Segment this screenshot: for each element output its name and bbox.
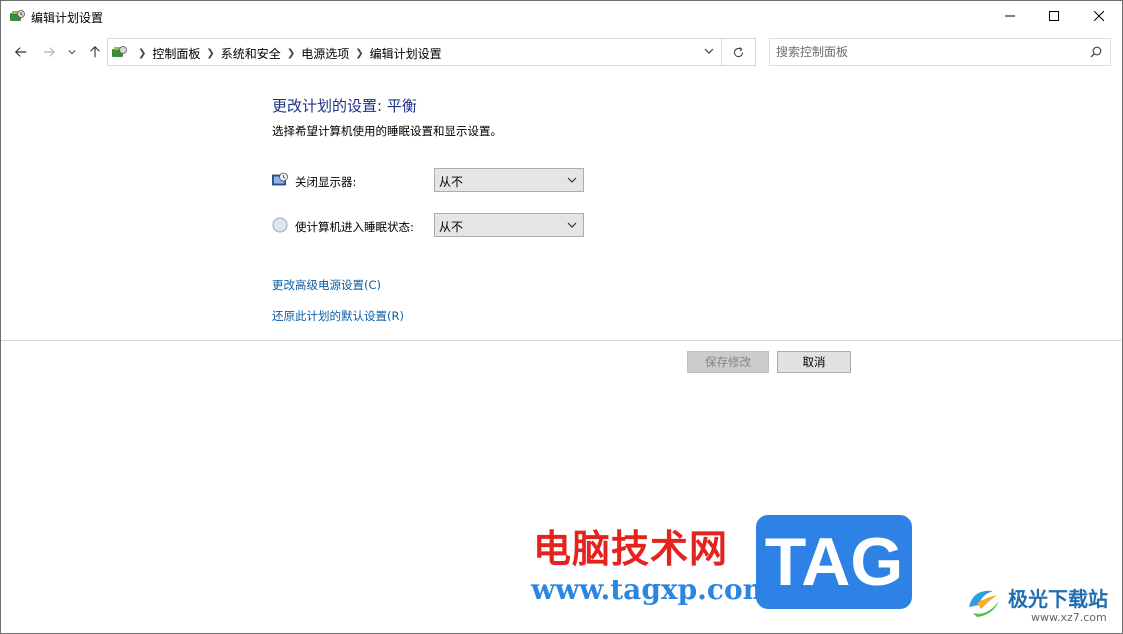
- divider: [1, 340, 1122, 341]
- breadcrumb-item-power-options[interactable]: 电源选项: [301, 45, 349, 62]
- up-button[interactable]: [85, 42, 105, 62]
- sleep-moon-icon: [272, 217, 288, 233]
- maximize-icon: [1049, 11, 1059, 21]
- breadcrumb-item-edit-plan[interactable]: 编辑计划设置: [370, 45, 442, 62]
- search-input[interactable]: [776, 43, 1076, 61]
- back-arrow-icon: [14, 47, 27, 57]
- cancel-button[interactable]: 取消: [777, 351, 851, 373]
- control-panel-icon: [111, 44, 127, 60]
- up-arrow-icon: [90, 45, 100, 58]
- power-options-icon: [9, 8, 25, 24]
- breadcrumb-separator-icon: ❯: [138, 48, 147, 59]
- address-bar[interactable]: ❯ 控制面板 ❯ 系统和安全 ❯ 电源选项 ❯ 编辑计划设置: [107, 38, 722, 66]
- chevron-down-icon: [68, 50, 76, 55]
- sleep-label: 使计算机进入睡眠状态:: [295, 220, 414, 234]
- page-title: 更改计划的设置: 平衡: [272, 97, 417, 115]
- breadcrumb-separator-icon[interactable]: ❯: [206, 48, 214, 59]
- window-title: 编辑计划设置: [31, 11, 104, 25]
- display-off-value: 从不: [439, 175, 464, 189]
- save-button[interactable]: 保存修改: [687, 351, 769, 373]
- watermark-xz7-name: 极光下载站: [1008, 587, 1108, 611]
- back-button[interactable]: [11, 42, 31, 62]
- forward-arrow-icon: [43, 47, 56, 57]
- watermark-url: www.tagxp.com: [531, 573, 773, 606]
- close-button[interactable]: [1076, 1, 1122, 31]
- minimize-button[interactable]: [987, 1, 1033, 31]
- close-icon: [1094, 11, 1104, 21]
- address-dropdown-button[interactable]: [703, 45, 717, 59]
- chevron-down-icon: [567, 177, 577, 183]
- advanced-power-settings-link[interactable]: 更改高级电源设置(C): [272, 277, 381, 293]
- breadcrumb: ❯ 控制面板 ❯ 系统和安全 ❯ 电源选项 ❯ 编辑计划设置: [132, 45, 442, 62]
- breadcrumb-separator-icon[interactable]: ❯: [287, 48, 295, 59]
- forward-button[interactable]: [39, 42, 59, 62]
- display-off-select[interactable]: 从不: [434, 168, 584, 192]
- maximize-button[interactable]: [1031, 1, 1077, 31]
- chevron-down-icon: [704, 48, 714, 54]
- window: 编辑计划设置 ❯ 控制面板 ❯ 系统和安全 ❯ 电源选项 ❯ 编辑计划设置 搜索…: [0, 0, 1123, 634]
- monitor-clock-icon: [272, 172, 288, 188]
- breadcrumb-item-system-security[interactable]: 系统和安全: [221, 45, 281, 62]
- search-box[interactable]: [769, 38, 1111, 66]
- sleep-value: 从不: [439, 220, 464, 234]
- watermark-tag-logo: TAG: [756, 515, 912, 609]
- refresh-icon: [733, 46, 744, 57]
- sleep-select[interactable]: 从不: [434, 213, 584, 237]
- breadcrumb-separator-icon[interactable]: ❯: [355, 48, 363, 59]
- search-icon[interactable]: [1090, 46, 1102, 58]
- watermark-xz7-url: www.xz7.com: [1031, 611, 1107, 624]
- display-off-label: 关闭显示器:: [295, 175, 357, 189]
- xz7-logo-icon: [963, 581, 1005, 623]
- refresh-button[interactable]: [722, 38, 756, 66]
- chevron-down-icon: [567, 222, 577, 228]
- page-description: 选择希望计算机使用的睡眠设置和显示设置。: [272, 124, 502, 138]
- minimize-icon: [1005, 15, 1015, 17]
- restore-defaults-link[interactable]: 还原此计划的默认设置(R): [272, 308, 404, 324]
- recent-locations-button[interactable]: [65, 42, 79, 62]
- breadcrumb-item-control-panel[interactable]: 控制面板: [152, 45, 200, 62]
- watermark-site-name: 电脑技术网: [533, 527, 729, 571]
- title-bar: 编辑计划设置: [1, 1, 1122, 31]
